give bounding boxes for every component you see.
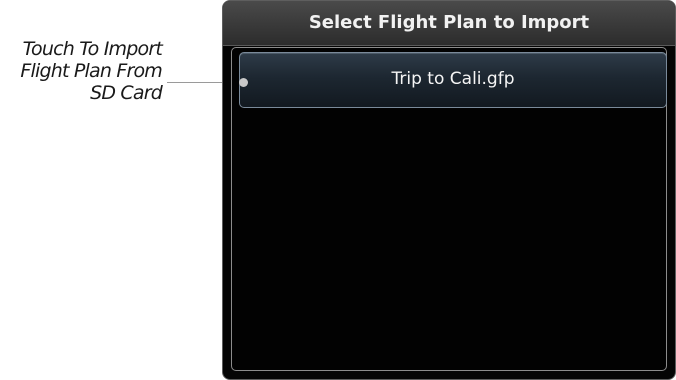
- flight-plan-file-name: Trip to Cali.gfp: [391, 69, 515, 89]
- annotation-leader-dot: [239, 78, 248, 87]
- device-screen: Select Flight Plan to Import Trip to Cal…: [222, 0, 676, 380]
- annotation-line-3: SD Card: [90, 82, 163, 104]
- dialog-title-bar: Select Flight Plan to Import: [223, 1, 675, 46]
- annotation-callout: Touch To Import Flight Plan From SD Card: [0, 38, 162, 104]
- dialog-title: Select Flight Plan to Import: [308, 12, 590, 33]
- annotation-line-1: Touch To Import: [22, 38, 163, 60]
- flight-plan-file-button[interactable]: Trip to Cali.gfp: [239, 52, 667, 108]
- annotation-line-2: Flight Plan From: [20, 60, 162, 82]
- flight-plan-list: Trip to Cali.gfp: [231, 47, 667, 371]
